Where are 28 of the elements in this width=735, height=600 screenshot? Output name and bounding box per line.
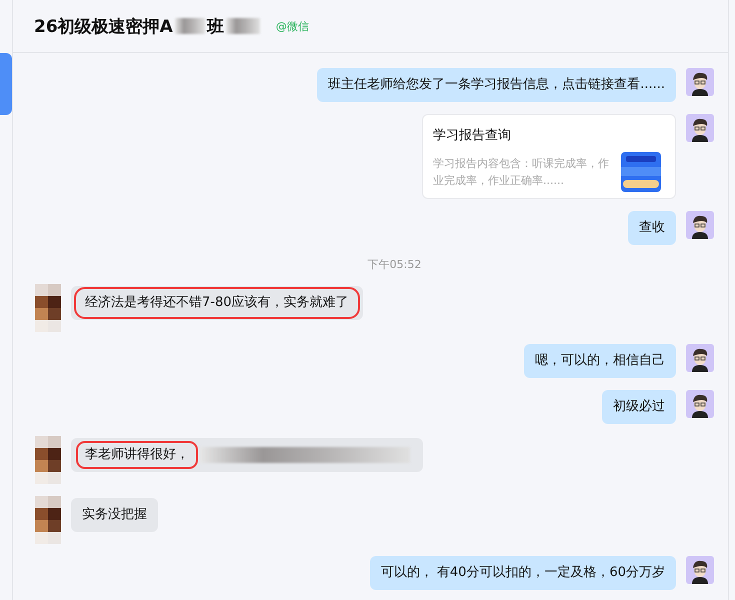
message-bubble: 嗯，可以的，相信自己	[524, 344, 676, 378]
timestamp: 下午05:52	[368, 257, 422, 272]
wechat-tag: @微信	[276, 18, 309, 34]
redaction-blur	[226, 18, 260, 34]
pixelated-avatar	[35, 284, 61, 332]
cartoon-avatar	[686, 114, 714, 142]
message-bubble: 初级必过	[602, 390, 676, 424]
message-bubble: 查收	[628, 211, 676, 245]
cartoon-avatar	[686, 390, 714, 418]
chat-title: 26初级极速密押A	[34, 16, 173, 38]
sidebar-tab[interactable]	[0, 53, 12, 115]
cartoon-avatar	[686, 68, 714, 96]
card-title: 学习报告查询	[433, 127, 512, 144]
message-bubble: 实务没把握	[71, 498, 158, 532]
course-thumbnail-icon	[621, 152, 661, 192]
report-link-card[interactable]: 学习报告查询 学习报告内容包含：听课完成率，作业完成率，作业正确率......	[422, 114, 676, 199]
cartoon-avatar	[686, 344, 714, 372]
message-bubble: 可以的， 有40分可以扣的，一定及格，60分万岁	[370, 556, 676, 590]
card-description: 学习报告内容包含：听课完成率，作业完成率，作业正确率......	[433, 156, 610, 189]
message-bubble: 班主任老师给您发了一条学习报告信息，点击链接查看......	[317, 68, 676, 102]
pixelated-avatar	[35, 436, 61, 484]
message-bubble: 李老师讲得很好，	[71, 438, 423, 472]
redaction-blur	[174, 18, 205, 34]
message-bubble: 经济法是考得还不错7-80应该有，实务就难了	[71, 286, 363, 320]
cartoon-avatar	[686, 211, 714, 239]
cartoon-avatar	[686, 556, 714, 584]
pixelated-avatar	[35, 496, 61, 544]
chat-title: 班	[206, 16, 224, 38]
